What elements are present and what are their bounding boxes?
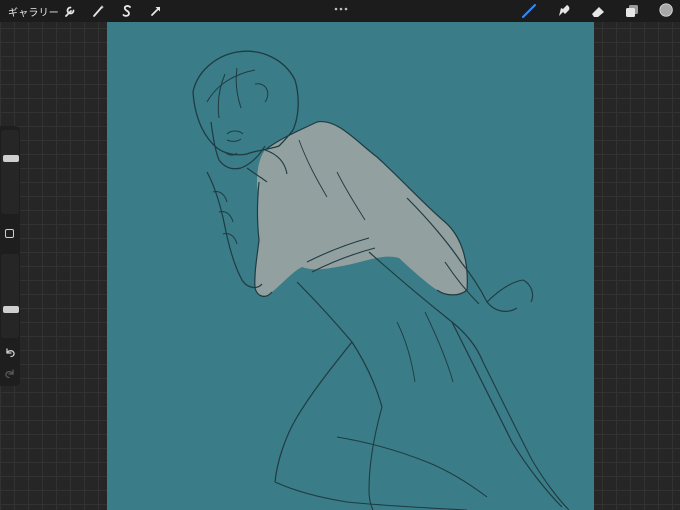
sketch-drawing xyxy=(192,50,570,510)
brush-size-thumb[interactable] xyxy=(3,155,19,162)
opacity-slider[interactable] xyxy=(1,254,19,338)
left-sidebar xyxy=(0,126,20,386)
arrow-transform-icon[interactable] xyxy=(148,3,164,19)
wrench-icon[interactable] xyxy=(62,3,78,19)
brush-icon[interactable] xyxy=(521,3,537,19)
more-options-icon[interactable] xyxy=(332,1,350,13)
layers-icon[interactable] xyxy=(624,3,640,19)
drawing-canvas[interactable] xyxy=(107,22,594,510)
eraser-icon[interactable] xyxy=(590,3,606,19)
color-icon[interactable] xyxy=(659,2,677,20)
magic-wand-icon[interactable] xyxy=(90,3,106,19)
brush-size-slider[interactable] xyxy=(1,130,19,214)
redo-icon[interactable] xyxy=(3,366,17,380)
undo-icon[interactable] xyxy=(3,345,17,359)
selection-s-icon[interactable] xyxy=(119,3,135,19)
top-toolbar: ギャラリー xyxy=(0,0,680,22)
opacity-thumb[interactable] xyxy=(3,306,19,313)
smudge-icon[interactable] xyxy=(556,3,572,19)
gallery-button[interactable]: ギャラリー xyxy=(8,4,59,19)
modify-button[interactable] xyxy=(5,229,14,238)
